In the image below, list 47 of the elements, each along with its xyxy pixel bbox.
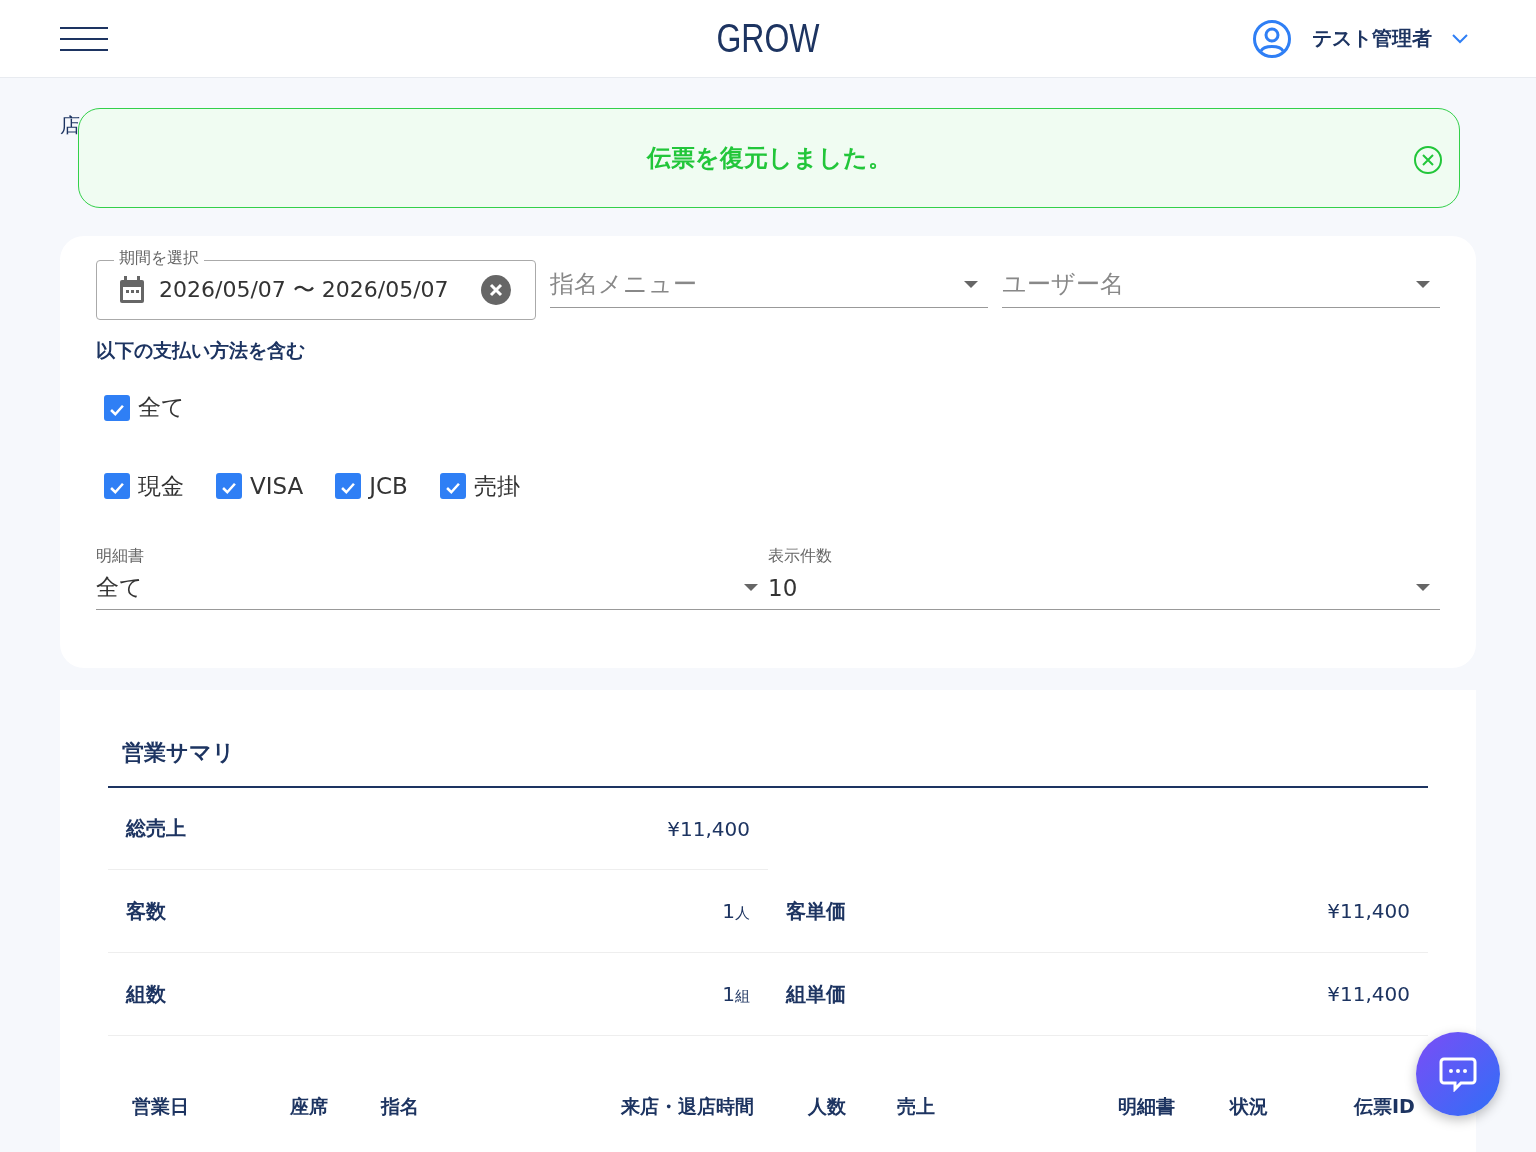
column-header[interactable]: 伝票ID (1354, 1094, 1418, 1120)
dropdown-caret-icon (964, 280, 978, 288)
metric-label: 総売上 (126, 815, 186, 842)
field-label: 期間を選択 (114, 248, 204, 269)
user-name-select[interactable]: ユーザー名 (1002, 261, 1440, 308)
section-title: 営業サマリ (108, 738, 1428, 788)
toast-message: 伝票を復元しました。 (646, 143, 892, 174)
dropdown-caret-icon (1416, 584, 1430, 591)
field-label: 明細書 (96, 545, 145, 567)
field-label: 表示件数 (768, 545, 833, 567)
breadcrumb[interactable]: 店 (60, 112, 80, 139)
chat-bubble-icon (1439, 1056, 1477, 1092)
statement-select[interactable]: 全て (96, 566, 768, 610)
metric-value: ¥11,400 (1327, 899, 1410, 923)
nominee-menu-select[interactable]: 指名メニュー (550, 261, 988, 308)
metric-value: 1人 (722, 899, 750, 923)
all-checkbox[interactable]: 全て (104, 392, 185, 423)
metric-value: ¥11,400 (1327, 982, 1410, 1006)
user-menu[interactable]: テスト管理者 (1252, 18, 1468, 59)
metric-label: 客単価 (786, 897, 846, 925)
chevron-down-icon (1452, 33, 1468, 44)
dropdown-caret-icon (744, 584, 758, 591)
calendar-icon (119, 276, 145, 304)
logo: GROW (716, 16, 820, 61)
payment-checkbox[interactable]: VISA (216, 470, 304, 502)
column-header[interactable]: 人数 (808, 1094, 897, 1120)
dropdown-caret-icon (1416, 280, 1430, 288)
payment-checkbox[interactable]: 現金 (104, 470, 184, 502)
metric-value: ¥11,400 (667, 816, 750, 841)
column-header[interactable]: 座席 (290, 1094, 381, 1120)
menu-icon[interactable] (60, 25, 108, 52)
column-header[interactable]: 明細書 (1118, 1094, 1230, 1120)
column-header[interactable]: 来店・退店時間 (621, 1094, 808, 1120)
user-avatar-icon (1252, 18, 1292, 59)
payment-checkbox[interactable]: 売掛 (439, 470, 520, 502)
payment-checkbox[interactable]: JCB (335, 470, 408, 502)
column-header[interactable]: 営業日 (132, 1094, 290, 1120)
column-header[interactable]: 指名 (381, 1094, 621, 1120)
clear-icon[interactable] (481, 275, 511, 305)
payment-heading: 以下の支払い方法を含む (96, 338, 306, 363)
column-header[interactable]: 売上 (897, 1094, 1118, 1120)
metric-label: 客数 (126, 897, 166, 925)
metric-value: 1組 (722, 982, 750, 1006)
page-size-select[interactable]: 10 (768, 566, 1440, 610)
metric-label: 組数 (126, 980, 166, 1008)
metric-label: 組単価 (786, 980, 846, 1008)
column-header[interactable]: 状況 (1230, 1094, 1354, 1120)
